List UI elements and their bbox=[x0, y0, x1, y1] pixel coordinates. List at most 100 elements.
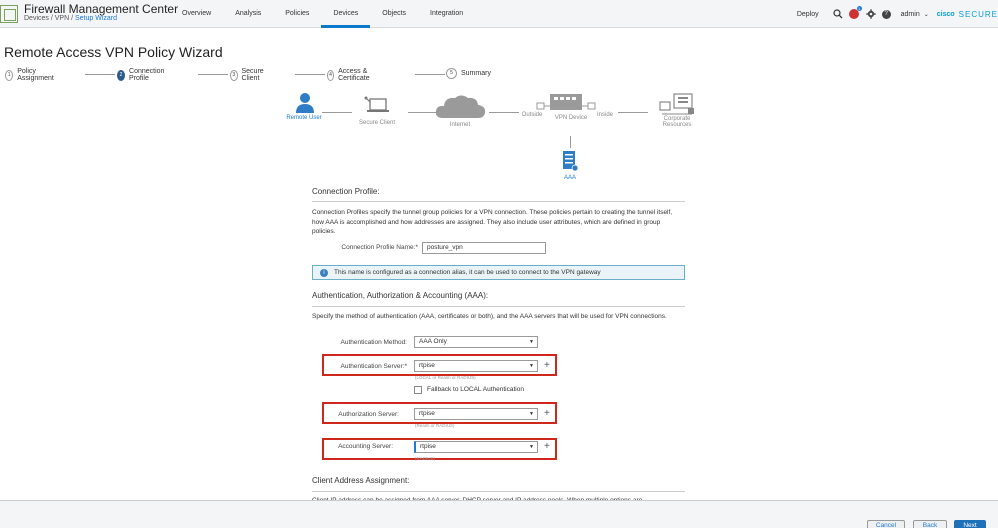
acct-server-label: Accounting Server: bbox=[338, 443, 393, 450]
add-authz-server-icon[interactable]: + bbox=[544, 409, 550, 419]
connection-profile-description: Connection Profiles specify the tunnel g… bbox=[312, 209, 673, 235]
aaa-label: AAA bbox=[563, 175, 576, 181]
step-policy-assignment[interactable]: 1 Policy Assignment bbox=[5, 68, 57, 82]
aaa-heading: Authentication, Authorization & Accounti… bbox=[312, 291, 489, 300]
authz-server-hint: (Realm or RADIUS) bbox=[415, 423, 455, 428]
internet-label: Internet bbox=[449, 122, 471, 128]
fmc-logo-icon bbox=[0, 5, 18, 23]
connection-profile-name-input[interactable]: posture_vpn bbox=[422, 242, 546, 254]
internet-cloud-icon bbox=[435, 95, 486, 118]
diagram-link bbox=[570, 136, 571, 148]
alert-count-badge: 1 bbox=[856, 6, 862, 11]
authz-server-label: Authorization Server: bbox=[338, 411, 399, 418]
dropdown-arrow-icon: ▼ bbox=[529, 411, 534, 417]
step-number: 1 bbox=[5, 69, 14, 81]
step-number: 2 bbox=[117, 69, 126, 81]
auth-method-value: AAA Only bbox=[419, 338, 447, 345]
next-button[interactable]: Next bbox=[954, 520, 986, 528]
dropdown-arrow-icon: ▼ bbox=[529, 339, 534, 345]
deploy-button[interactable]: Deploy bbox=[797, 11, 819, 18]
cancel-button[interactable]: Cancel bbox=[867, 520, 905, 528]
step-label: Connection Profile bbox=[129, 68, 165, 82]
divider bbox=[312, 306, 685, 307]
gear-icon[interactable] bbox=[865, 9, 876, 19]
secure-client-label: Secure Client bbox=[358, 120, 396, 126]
step-number: 5 bbox=[446, 68, 457, 79]
header-tools: Deploy 1 ? admin ⌄ cisco SECURE bbox=[797, 0, 998, 28]
back-button[interactable]: Back bbox=[913, 520, 947, 528]
vpn-device-icon bbox=[536, 94, 596, 110]
diagram-link bbox=[322, 112, 352, 113]
step-connector bbox=[85, 74, 115, 75]
corporate-resources-label: Corporate Resources bbox=[662, 116, 692, 128]
secure-logo: SECURE bbox=[958, 9, 998, 19]
auth-server-label: Authentication Server:* bbox=[340, 363, 407, 370]
aaa-description: Specify the method of authentication (AA… bbox=[312, 313, 667, 320]
nav-objects[interactable]: Objects bbox=[370, 0, 418, 28]
breadcrumb-prefix[interactable]: Devices / VPN / bbox=[24, 15, 75, 22]
wizard-footer: Cancel Back Next bbox=[0, 500, 998, 528]
corporate-resources-icon bbox=[659, 93, 694, 115]
step-connector bbox=[295, 74, 325, 75]
fallback-local-label: Fallback to LOCAL Authentication bbox=[427, 386, 524, 393]
laptop-icon bbox=[364, 96, 389, 112]
step-label: Summary bbox=[461, 70, 491, 77]
step-label: Policy Assignment bbox=[17, 68, 54, 82]
info-message: i This name is configured as a connectio… bbox=[312, 265, 685, 280]
user-menu[interactable]: admin bbox=[901, 11, 920, 18]
auth-server-select[interactable]: rtpise ▼ bbox=[414, 360, 538, 372]
search-icon[interactable] bbox=[833, 9, 843, 19]
divider bbox=[312, 201, 685, 202]
dropdown-arrow-icon: ▼ bbox=[529, 444, 534, 450]
nav-overview[interactable]: Overview bbox=[170, 0, 223, 28]
vpn-topology-diagram: Remote User Secure Client Internet Outsi… bbox=[286, 90, 710, 190]
main-nav: Overview Analysis Policies Devices Objec… bbox=[170, 0, 475, 28]
step-connector bbox=[198, 74, 228, 75]
step-secure-client[interactable]: 3 Secure Client bbox=[230, 68, 267, 82]
nav-analysis[interactable]: Analysis bbox=[223, 0, 273, 28]
authz-server-value: rtpise bbox=[419, 410, 435, 417]
auth-method-label: Authentication Method: bbox=[340, 339, 408, 346]
acct-server-select[interactable]: rtpise ▼ bbox=[414, 441, 538, 453]
vpn-device-label: VPN Device bbox=[554, 115, 588, 121]
add-auth-server-icon[interactable]: + bbox=[544, 361, 550, 371]
diagram-link bbox=[408, 112, 436, 113]
fallback-local-checkbox[interactable] bbox=[414, 386, 422, 394]
diagram-link bbox=[618, 112, 648, 113]
cisco-logo: cisco bbox=[936, 10, 955, 18]
step-number: 3 bbox=[230, 69, 238, 81]
chevron-down-icon[interactable]: ⌄ bbox=[924, 11, 929, 18]
nav-policies[interactable]: Policies bbox=[273, 0, 321, 28]
page-title: Remote Access VPN Policy Wizard bbox=[4, 44, 223, 60]
dropdown-arrow-icon: ▼ bbox=[529, 363, 534, 369]
info-message-text: This name is configured as a connection … bbox=[334, 269, 601, 276]
breadcrumb-current[interactable]: Setup Wizard bbox=[75, 15, 117, 22]
acct-server-hint: (RADIUS) bbox=[415, 456, 435, 461]
step-summary[interactable]: 5 Summary bbox=[446, 68, 491, 79]
step-access-certificate[interactable]: 4 Access & Certificate bbox=[327, 68, 374, 82]
nav-integration[interactable]: Integration bbox=[418, 0, 475, 28]
auth-server-value: rtpise bbox=[419, 362, 435, 369]
connection-profile-heading: Connection Profile: bbox=[312, 187, 380, 196]
nav-devices[interactable]: Devices bbox=[321, 0, 371, 28]
info-icon: i bbox=[320, 269, 328, 277]
client-address-heading: Client Address Assignment: bbox=[312, 476, 410, 485]
help-icon[interactable]: ? bbox=[881, 9, 891, 19]
aaa-server-icon bbox=[563, 151, 579, 172]
add-acct-server-icon[interactable]: + bbox=[544, 442, 550, 452]
breadcrumb: Devices / VPN / Setup Wizard bbox=[24, 15, 117, 22]
app-title: Firewall Management Center bbox=[24, 2, 179, 16]
step-connector bbox=[415, 74, 445, 75]
remote-user-label: Remote User bbox=[286, 115, 322, 121]
diagram-link bbox=[489, 112, 519, 113]
step-label: Access & Certificate bbox=[338, 68, 370, 82]
inside-label: Inside bbox=[596, 112, 613, 118]
auth-method-select[interactable]: AAA Only ▼ bbox=[414, 336, 538, 348]
auth-server-hint: (LOCAL or Realm or RADIUS) bbox=[415, 375, 476, 380]
step-label: Secure Client bbox=[241, 68, 264, 82]
notifications-icon[interactable]: 1 bbox=[848, 6, 862, 19]
acct-server-value: rtpise bbox=[420, 443, 436, 450]
step-connection-profile[interactable]: 2 Connection Profile bbox=[117, 68, 167, 82]
step-number: 4 bbox=[327, 69, 335, 81]
authz-server-select[interactable]: rtpise ▼ bbox=[414, 408, 538, 420]
